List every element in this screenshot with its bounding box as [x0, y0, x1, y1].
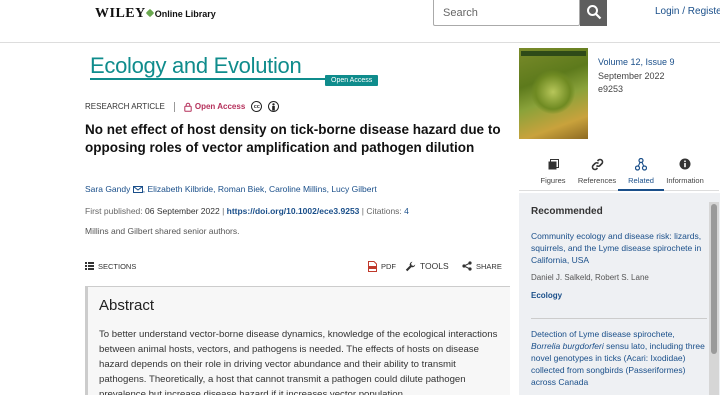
creative-commons-icon[interactable]: cc	[251, 101, 263, 112]
citations-count[interactable]: 4	[404, 206, 409, 216]
tools-label: TOOLS	[420, 261, 449, 271]
doi-link[interactable]: https://doi.org/10.1002/ece3.9253	[227, 206, 360, 216]
figures-icon	[548, 156, 559, 172]
author-link[interactable]: Lucy Gilbert	[331, 184, 376, 194]
recommended-heading: Recommended	[531, 206, 603, 217]
journal-title[interactable]: Ecology and Evolution	[90, 53, 302, 79]
brand-name: WILEY	[95, 6, 146, 21]
login-register-link[interactable]: Login / Register	[655, 6, 720, 17]
author-link[interactable]: Caroline Millins	[269, 184, 327, 194]
journal-cover-image[interactable]	[519, 48, 588, 139]
divider	[173, 101, 175, 112]
recommended-title-link[interactable]: Community ecology and disease risk: liza…	[531, 230, 706, 266]
tab-information[interactable]: Information	[662, 153, 708, 191]
article-eid: e9253	[598, 84, 624, 94]
top-bar: WILEY Online Library Search Login / Regis…	[0, 0, 720, 43]
tab-references-label: References	[577, 176, 617, 185]
author-link[interactable]: Roman Biek	[218, 184, 264, 194]
abstract-accent-bar	[85, 287, 88, 395]
recommended-scrollbar[interactable]	[709, 202, 719, 395]
pdf-icon	[368, 260, 377, 272]
search-icon	[586, 5, 601, 20]
lock-icon	[184, 102, 192, 112]
share-button[interactable]: SHARE	[462, 258, 502, 274]
tab-references[interactable]: References	[574, 153, 620, 191]
tab-figures-label: Figures	[540, 176, 566, 185]
info-icon	[679, 156, 691, 172]
article-toolbar: SECTIONS PDF TOOLS SHARE	[85, 258, 505, 274]
list-icon	[85, 262, 94, 270]
issue-date: September 2022	[598, 70, 665, 81]
author-link[interactable]: Elizabeth Kilbride	[147, 184, 213, 194]
search-button[interactable]	[580, 0, 607, 26]
pdf-label: PDF	[381, 261, 396, 271]
open-access-label: Open Access	[184, 102, 245, 112]
right-panel-tabs: Figures References Related Information	[519, 153, 719, 191]
pdf-button[interactable]: PDF	[368, 258, 396, 274]
divider	[531, 318, 707, 319]
published-date: 06 September 2022	[145, 206, 220, 216]
recommended-item: Community ecology and disease risk: liza…	[531, 230, 706, 302]
issue-info: Volume 12, Issue 9 September 2022 e9253	[598, 56, 675, 97]
abstract-heading: Abstract	[99, 297, 155, 314]
recommended-journal-link[interactable]: Ecology	[531, 290, 706, 302]
article-meta-row: RESEARCH ARTICLE Open Access cc	[85, 101, 280, 112]
link-icon	[591, 156, 604, 172]
sections-button[interactable]: SECTIONS	[85, 258, 136, 274]
citations-label: Citations:	[366, 206, 402, 216]
share-icon	[462, 261, 472, 271]
article-title: No net effect of host density on tick-bo…	[85, 122, 501, 155]
title-part: Detection of Lyme disease spirochete,	[531, 329, 675, 339]
article-type: RESEARCH ARTICLE	[85, 102, 165, 111]
journal-rule	[90, 78, 330, 80]
publication-info: First published: 06 September 2022 | htt…	[85, 206, 409, 216]
abstract-text: To better understand vector-borne diseas…	[99, 329, 498, 395]
wrench-icon	[405, 261, 416, 271]
related-icon	[635, 156, 647, 172]
share-label: SHARE	[476, 261, 502, 271]
title-italic-part: Borrelia burgdorferi	[531, 341, 604, 351]
recommended-item: Detection of Lyme disease spirochete, Bo…	[531, 328, 706, 388]
shared-authorship-note: Millins and Gilbert shared senior author…	[85, 226, 240, 236]
tab-related-label: Related	[628, 176, 654, 185]
published-label: First published:	[85, 206, 143, 216]
sections-label: SECTIONS	[98, 261, 137, 271]
author-list: Sara Gandy , Elizabeth Kilbride, Roman B…	[85, 184, 377, 194]
tab-information-label: Information	[666, 176, 704, 185]
wiley-logo[interactable]: WILEY Online Library	[95, 6, 216, 22]
open-access-text: Open Access	[194, 102, 246, 111]
issue-volume-link[interactable]: Volume 12, Issue 9	[598, 56, 675, 70]
tools-button[interactable]: TOOLS	[405, 258, 449, 274]
recommended-title-link[interactable]: Detection of Lyme disease spirochete, Bo…	[531, 328, 706, 388]
open-access-badge: Open Access	[325, 75, 379, 86]
tab-related[interactable]: Related	[618, 153, 664, 191]
brand-dot-icon	[145, 8, 154, 18]
recommended-panel: Recommended Community ecology and diseas…	[519, 193, 720, 395]
brand-sub: Online Library	[154, 9, 216, 19]
search-input[interactable]: Search	[433, 0, 580, 26]
recommended-authors: Daniel J. Salkeld, Robert S. Lane	[531, 273, 649, 282]
attribution-icon[interactable]	[268, 101, 280, 112]
envelope-icon[interactable]	[132, 186, 143, 193]
cover-masthead	[521, 51, 586, 56]
abstract-section: Abstract To better understand vector-bor…	[85, 286, 510, 395]
author-link[interactable]: Sara Gandy	[85, 184, 130, 194]
tab-figures[interactable]: Figures	[530, 153, 576, 191]
